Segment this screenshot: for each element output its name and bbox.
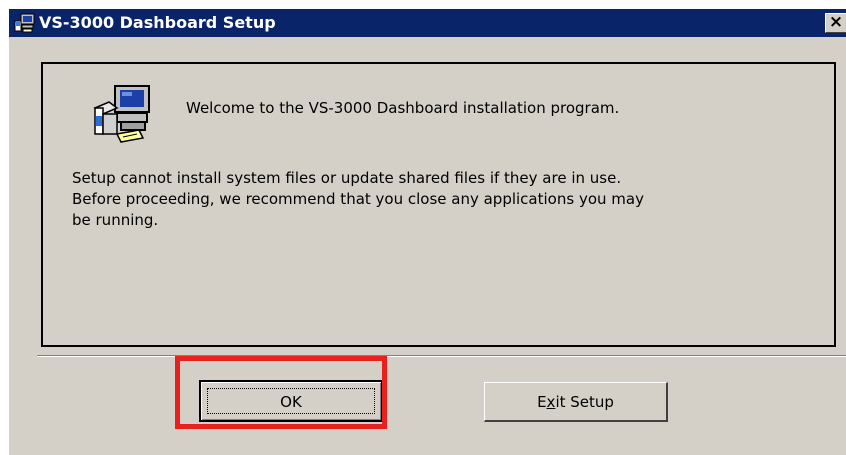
- close-button[interactable]: ×: [825, 13, 846, 33]
- welcome-message: Welcome to the VS-3000 Dashboard install…: [186, 99, 620, 117]
- exit-setup-button[interactable]: Exit Setup: [484, 382, 668, 422]
- exit-button-label-prefix: E: [537, 393, 547, 411]
- welcome-panel: Welcome to the VS-3000 Dashboard install…: [41, 62, 836, 347]
- title-bar[interactable]: VS-3000 Dashboard Setup ×: [9, 9, 846, 37]
- setup-computer-icon: [14, 13, 35, 33]
- setup-computer-icon: [93, 85, 150, 143]
- annotation-highlight-box: [175, 356, 387, 429]
- instruction-line: be running.: [72, 211, 159, 229]
- exit-button-label-suffix: it Setup: [555, 393, 614, 411]
- setup-instructions: Setup cannot install system files or upd…: [72, 168, 812, 231]
- setup-dialog: VS-3000 Dashboard Setup × Welcome to the…: [8, 8, 846, 455]
- window-title: VS-3000 Dashboard Setup: [39, 13, 276, 32]
- instruction-line: Setup cannot install system files or upd…: [72, 169, 622, 187]
- instruction-line: Before proceeding, we recommend that you…: [72, 190, 644, 208]
- separator: [37, 355, 846, 357]
